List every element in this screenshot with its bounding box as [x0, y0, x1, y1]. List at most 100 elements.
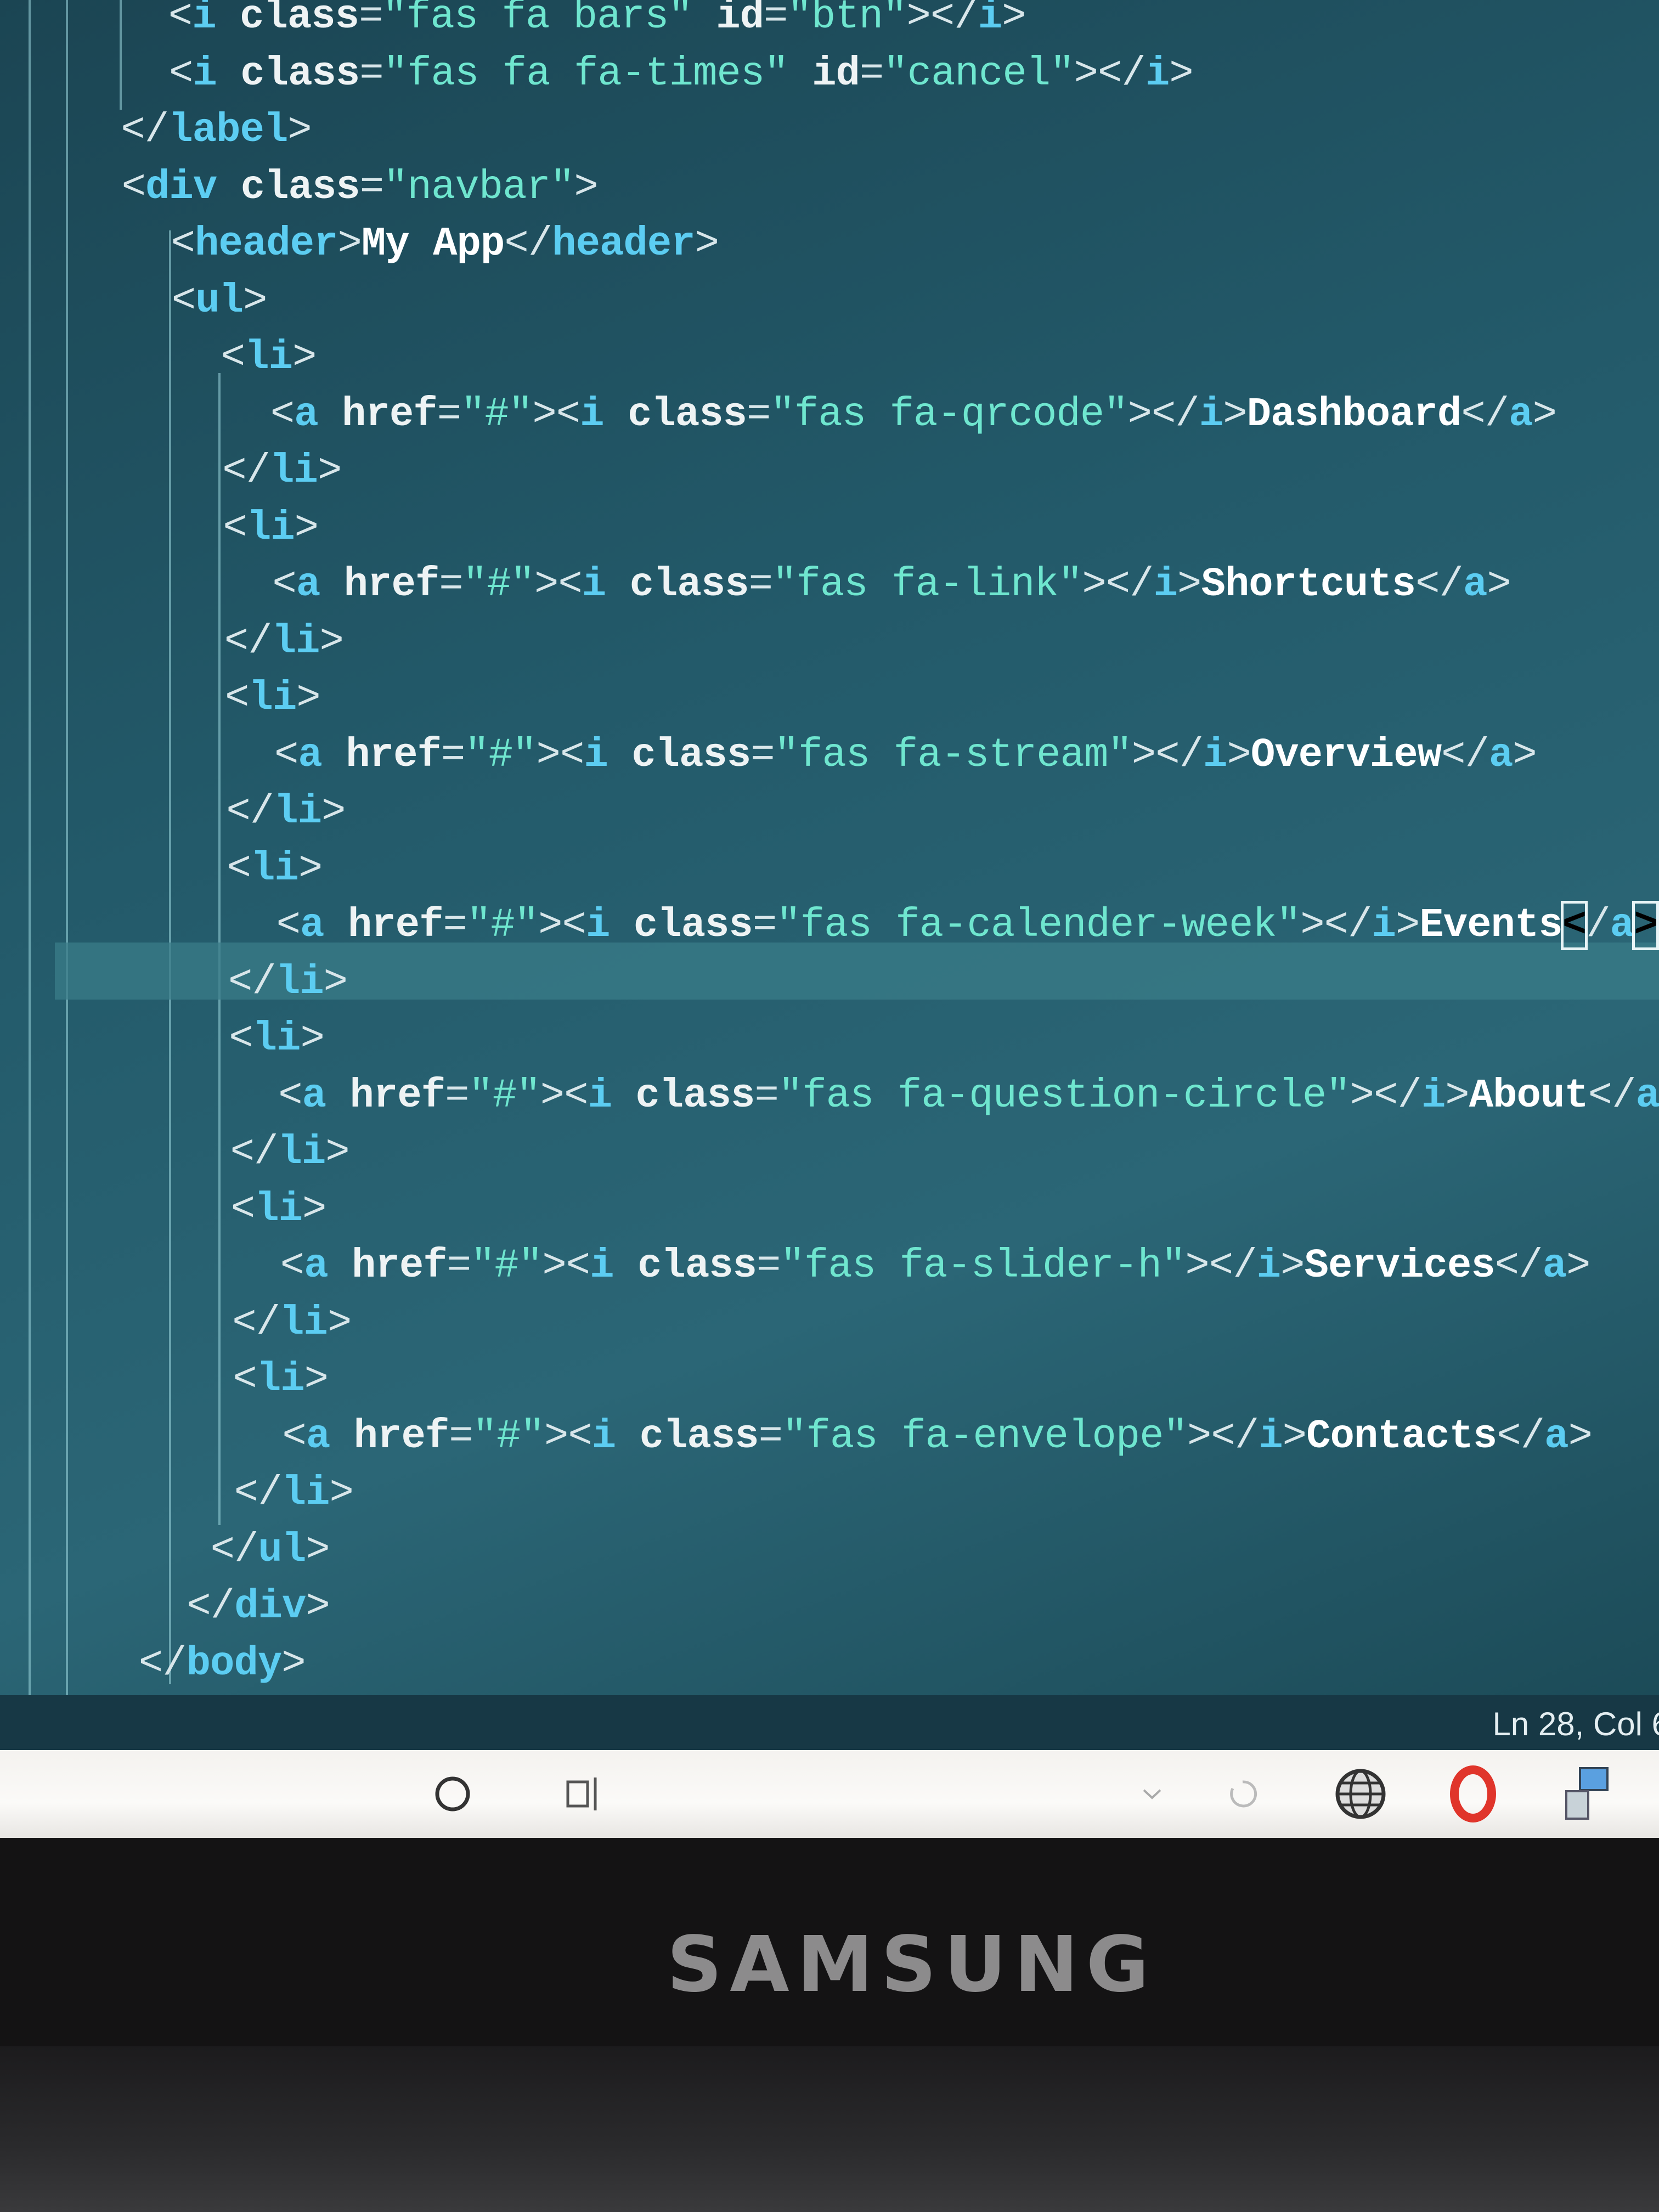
code-punctuation: > [1487, 562, 1511, 608]
code-punctuation: > [323, 959, 348, 1006]
samsung-logo: SAMSUNG [667, 1920, 1157, 2010]
chevron-down-icon[interactable] [1136, 1750, 1169, 1838]
code-string: "fas fa-envelope" [782, 1413, 1188, 1460]
code-punctuation: = [437, 391, 461, 438]
opera-icon[interactable] [1446, 1750, 1500, 1838]
code-attribute: href [318, 391, 438, 438]
cursor-position[interactable]: Ln 28, Col 6 [1492, 1705, 1659, 1743]
code-line[interactable]: <a href="#"><i class="fas fa-link"></i>S… [272, 556, 1511, 613]
code-line[interactable]: <header>My App</header> [171, 216, 719, 273]
code-tag-name: a [298, 732, 322, 778]
code-punctuation: </ [504, 221, 552, 267]
code-line[interactable]: <li> [229, 1011, 325, 1068]
code-line[interactable]: </li> [222, 443, 342, 500]
code-punctuation: > [574, 164, 598, 211]
code-string: "fas fa-calender-week" [776, 902, 1301, 949]
code-attribute: class [216, 0, 359, 40]
code-line[interactable]: <ul> [171, 273, 268, 330]
code-punctuation: < [121, 164, 146, 211]
code-line[interactable]: <a href="#"><i class="fas fa-qrcode"></i… [270, 386, 1557, 443]
code-line[interactable]: <li> [227, 840, 323, 898]
code-tag-name: i [585, 902, 610, 949]
code-line[interactable]: <a href="#"><i class="fas fa-slider-h"><… [280, 1238, 1591, 1295]
code-punctuation: ></ [1127, 391, 1200, 438]
code-attribute: class [613, 1243, 757, 1289]
code-line[interactable]: </label> [121, 102, 312, 159]
code-tag-name: li [274, 789, 322, 835]
refresh-icon[interactable] [1221, 1750, 1265, 1838]
code-tag-name: a [304, 1243, 328, 1289]
code-punctuation: > [329, 1470, 353, 1516]
code-punctuation: = [441, 732, 465, 778]
code-punctuation: = [359, 0, 383, 40]
code-line[interactable]: <i class="fas fa bars" id="btn"></i> [168, 0, 1026, 46]
code-punctuation: > [1280, 1243, 1305, 1289]
code-punctuation: ></ [1187, 1413, 1259, 1460]
search-circle-icon[interactable] [428, 1750, 477, 1838]
code-punctuation: >< [534, 562, 583, 608]
code-punctuation: < [272, 562, 296, 608]
code-punctuation: = [751, 732, 775, 778]
code-tag-name: i [193, 50, 217, 97]
code-line[interactable]: <a href="#"><i class="fas fa-question-ci… [278, 1068, 1659, 1125]
code-attribute: href [330, 1413, 450, 1460]
code-punctuation: < [221, 335, 245, 381]
code-tag-name: label [168, 108, 288, 154]
code-editor[interactable]: <i class="fas fa bars" id="btn"></i> <i c… [0, 0, 1659, 1695]
code-punctuation: = [758, 1413, 783, 1460]
code-line[interactable]: <li> [223, 500, 319, 557]
code-punctuation: > [302, 1186, 326, 1233]
code-attribute: href [320, 562, 440, 608]
code-tag-name: i [1421, 1073, 1446, 1119]
code-line[interactable]: </li> [234, 1465, 354, 1522]
code-punctuation: </ [1497, 1413, 1545, 1460]
code-punctuation: < [171, 278, 196, 324]
network-icon[interactable] [1553, 1750, 1618, 1838]
code-line[interactable]: </li> [230, 1124, 350, 1181]
code-tag-name: header [195, 221, 338, 267]
taskbar [0, 1750, 1659, 1838]
code-line[interactable]: <li> [231, 1181, 327, 1238]
code-line[interactable]: <a href="#"><i class="fas fa-envelope"><… [282, 1408, 1593, 1465]
code-punctuation: > [321, 789, 346, 835]
code-punctuation: ></ [1082, 562, 1154, 608]
code-tag-name: a [300, 902, 324, 949]
code-attribute: href [324, 902, 444, 949]
code-line[interactable]: </div> [187, 1578, 330, 1635]
code-line[interactable]: <div class="navbar"> [121, 159, 599, 216]
code-string: "#" [472, 1413, 545, 1460]
code-line[interactable]: <li> [225, 670, 321, 727]
code-line[interactable]: </li> [232, 1295, 352, 1352]
code-string: "navbar" [383, 164, 574, 211]
code-line[interactable]: </li> [224, 613, 344, 670]
status-bar: Ln 28, Col 6 [0, 1695, 1659, 1750]
code-string: "#" [466, 902, 539, 949]
code-line[interactable]: <i class="fas fa fa-times" id="cancel"><… [169, 46, 1194, 103]
code-string: "btn" [787, 0, 907, 40]
code-punctuation: </ [187, 1584, 235, 1630]
code-punctuation: ></ [1131, 732, 1204, 778]
code-attribute: class [216, 50, 360, 97]
code-punctuation: > [1002, 0, 1026, 40]
code-punctuation: > [327, 1300, 352, 1346]
code-tag-name: i [1199, 391, 1223, 438]
code-tag-name: ul [258, 1527, 306, 1573]
code-attribute: class [606, 562, 749, 608]
code-line-current[interactable]: <a href="#"><i class="fas fa-calender-we… [276, 897, 1659, 954]
code-punctuation: = [859, 50, 884, 97]
task-view-icon[interactable] [560, 1750, 609, 1838]
code-line[interactable]: <li> [233, 1351, 329, 1408]
code-line[interactable]: </body> [139, 1635, 306, 1692]
code-line[interactable]: </ul> [211, 1522, 330, 1579]
code-tag-name: a [294, 391, 318, 438]
code-line[interactable]: </li> [226, 783, 346, 840]
code-tag-name: i [591, 1413, 616, 1460]
code-line[interactable]: <a href="#"><i class="fas fa-stream"></i… [274, 727, 1537, 784]
code-tag-name: li [246, 505, 295, 551]
code-line[interactable]: </li> [228, 954, 348, 1011]
code-line[interactable]: <li> [221, 329, 317, 386]
code-string: "cancel" [883, 50, 1074, 97]
code-tag-name: i [1203, 732, 1227, 778]
code-tag-name: body [186, 1640, 283, 1687]
globe-icon[interactable] [1333, 1750, 1388, 1838]
